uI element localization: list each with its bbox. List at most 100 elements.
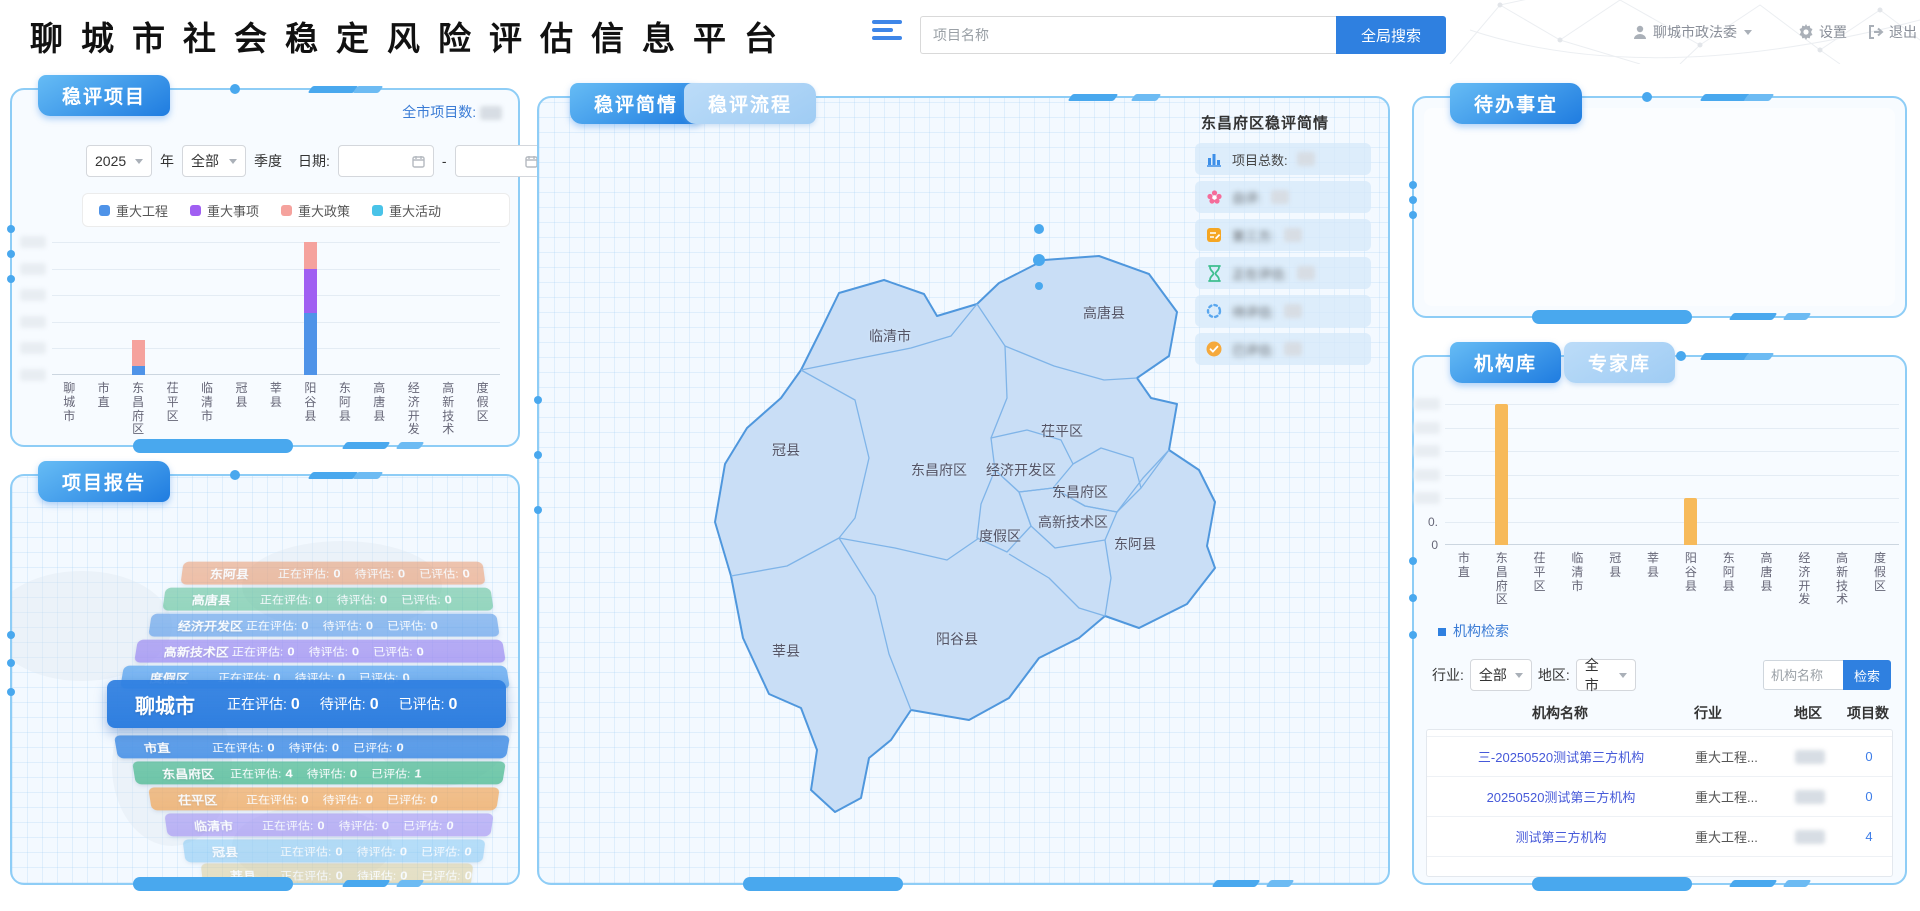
- x-axis-label: 高新技术: [431, 382, 465, 437]
- x-axis-label: 东昌府区: [121, 382, 155, 437]
- org-search-button[interactable]: 检索: [1843, 660, 1891, 690]
- tab-org-library[interactable]: 机构库: [1450, 342, 1561, 383]
- map-panel: 稳评简情 稳评流程: [537, 96, 1390, 885]
- overlay-stat-row: 项目总数:: [1195, 143, 1371, 175]
- global-search-button[interactable]: 全局搜索: [1336, 16, 1446, 54]
- org-project-count: 0: [1843, 749, 1893, 764]
- legend-swatch: [281, 205, 292, 216]
- panel-decoration: [133, 877, 293, 891]
- report-region-name: 东阿县: [181, 565, 279, 582]
- check-icon: [1205, 340, 1223, 358]
- report-card-市直[interactable]: 市直正在评估:0待评估:0已评估:0: [114, 735, 510, 758]
- legend-swatch: [190, 205, 201, 216]
- report-card-高唐县[interactable]: 高唐县正在评估:0待评估:0已评估:0: [162, 588, 493, 611]
- x-axis-label: 度假区: [1861, 552, 1899, 607]
- report-card-高新技术区[interactable]: 高新技术区正在评估:0待评估:0已评估:0: [134, 640, 506, 663]
- x-axis-label: 高新技术: [1823, 552, 1861, 607]
- report-card-冠县[interactable]: 冠县正在评估:0待评估:0已评估:0: [182, 839, 485, 862]
- user-menu[interactable]: 聊城市政法委: [1632, 22, 1752, 42]
- x-axis-label: 东阿县: [1710, 552, 1748, 607]
- report-region-name: 临清市: [165, 817, 263, 834]
- tab-expert-library[interactable]: 专家库: [1564, 342, 1675, 383]
- report-card-聊城市[interactable]: 聊城市正在评估:0待评估:0已评估:0: [107, 680, 506, 728]
- org-name-link[interactable]: 测试第三方机构: [1427, 827, 1695, 846]
- user-name: 聊城市政法委: [1653, 22, 1737, 42]
- panel-decoration: [7, 631, 15, 639]
- quarter-select[interactable]: 全部: [182, 145, 246, 177]
- year-unit-label: 年: [160, 151, 174, 171]
- report-card-茌平区[interactable]: 茌平区正在评估:0待评估:0已评估:0: [148, 787, 500, 810]
- logout-label: 退出: [1889, 22, 1917, 42]
- x-axis-label: 经济开发: [1785, 552, 1823, 607]
- map-decoration-dot: [1034, 224, 1044, 234]
- year-select[interactable]: 2025: [86, 145, 152, 177]
- org-table: 三-20250520测试第三方机构重大工程...020250520测试第三方机构…: [1426, 729, 1893, 877]
- report-stats: 正在评估:0待评估:0已评估:0: [245, 791, 438, 806]
- date-end-input[interactable]: [455, 145, 547, 177]
- x-axis-label: 聊城市: [52, 382, 86, 437]
- overlay-stat-row: 自评:: [1195, 181, 1371, 213]
- panel-decoration: [1409, 594, 1417, 602]
- legend-swatch: [372, 205, 383, 216]
- report-region-name: 高唐县: [163, 591, 261, 608]
- industry-select[interactable]: 全部: [1470, 659, 1532, 691]
- report-region-name: 经济开发区: [149, 617, 247, 634]
- tab-process[interactable]: 稳评流程: [684, 83, 816, 124]
- report-region-name: 市直: [115, 739, 213, 756]
- panel-decoration: [7, 275, 15, 283]
- org-name-link[interactable]: 20250520测试第三方机构: [1427, 787, 1695, 806]
- redacted-value: [1271, 190, 1289, 204]
- todo-empty-area: [1424, 108, 1895, 306]
- gear-icon: [1798, 24, 1814, 40]
- org-region-redacted: [1795, 749, 1843, 765]
- panel-decoration: [308, 472, 359, 479]
- redacted-value: [1284, 228, 1302, 242]
- loading-icon: [1205, 302, 1223, 320]
- org-y-axis-ticks: 0.0: [1414, 404, 1444, 552]
- x-axis-label: 东阿县: [328, 382, 362, 437]
- overlay-stat-label: 自评:: [1232, 188, 1262, 207]
- org-search-link[interactable]: 机构检索: [1438, 621, 1509, 641]
- todo-panel: 待办事宜: [1412, 96, 1907, 318]
- report-card-东阿县[interactable]: 东阿县正在评估:0待评估:0已评估:0: [180, 562, 485, 585]
- panel-decoration: [1729, 880, 1778, 887]
- panel-decoration: [1532, 877, 1692, 891]
- organization-panel: 机构库 专家库 0.0 市直东昌府区茌平区临清市冠县莘县阳谷县东阿县高唐县经济开…: [1412, 355, 1907, 885]
- bar-segment-重大政策: [304, 242, 317, 269]
- legend-item[interactable]: 重大工程: [99, 201, 168, 220]
- report-card-东昌府区[interactable]: 东昌府区正在评估:4待评估:0已评估:1: [132, 761, 506, 784]
- project-report-panel: 项目报告 东阿县正在评估:0待评估:0已评估:0高唐县正在评估:0待评估:0已评…: [10, 474, 520, 885]
- report-region-name: 茌平区: [149, 791, 247, 808]
- panel-decoration: [1409, 196, 1417, 204]
- settings-label: 设置: [1819, 22, 1847, 42]
- org-name-link[interactable]: 三-20250520测试第三方机构: [1427, 747, 1695, 766]
- legend-item[interactable]: 重大政策: [281, 201, 350, 220]
- panel-decoration: [308, 86, 359, 93]
- legend-item[interactable]: 重大活动: [372, 201, 441, 220]
- panel-decoration: [1783, 880, 1812, 887]
- panel-decoration: [1130, 94, 1161, 101]
- overlay-stat-label: 正在评估:: [1232, 264, 1288, 283]
- region-select[interactable]: 全市: [1576, 659, 1636, 691]
- global-search-input[interactable]: [920, 16, 1336, 54]
- org-name-input[interactable]: [1763, 660, 1843, 690]
- report-card-经济开发区[interactable]: 经济开发区正在评估:0待评估:0已评估:0: [148, 614, 500, 637]
- legend-item[interactable]: 重大事项: [190, 201, 259, 220]
- x-axis-label: 冠县: [1596, 552, 1634, 607]
- logout-icon: [1868, 24, 1884, 40]
- settings-menu[interactable]: 设置: [1798, 22, 1847, 42]
- report-card-临清市[interactable]: 临清市正在评估:0待评估:0已评估:0: [164, 813, 493, 836]
- hamburger-menu-icon[interactable]: [872, 20, 902, 44]
- user-icon: [1632, 24, 1648, 40]
- logout-menu[interactable]: 退出: [1868, 22, 1917, 42]
- tab-brief[interactable]: 稳评简情: [570, 83, 702, 124]
- overlay-stat-row: 已评估:: [1195, 333, 1371, 365]
- date-start-input[interactable]: [338, 145, 434, 177]
- x-axis-label: 临清市: [1558, 552, 1596, 607]
- report-stats: 正在评估:4待评估:0已评估:1: [229, 765, 422, 780]
- report-stats: 正在评估:0待评估:0已评估:0: [280, 843, 473, 858]
- panel-decoration: [7, 688, 15, 696]
- bar-segment-重大事项: [304, 269, 317, 313]
- region-label: 地区:: [1538, 665, 1570, 685]
- x-axis-label: 阳谷县: [293, 382, 327, 437]
